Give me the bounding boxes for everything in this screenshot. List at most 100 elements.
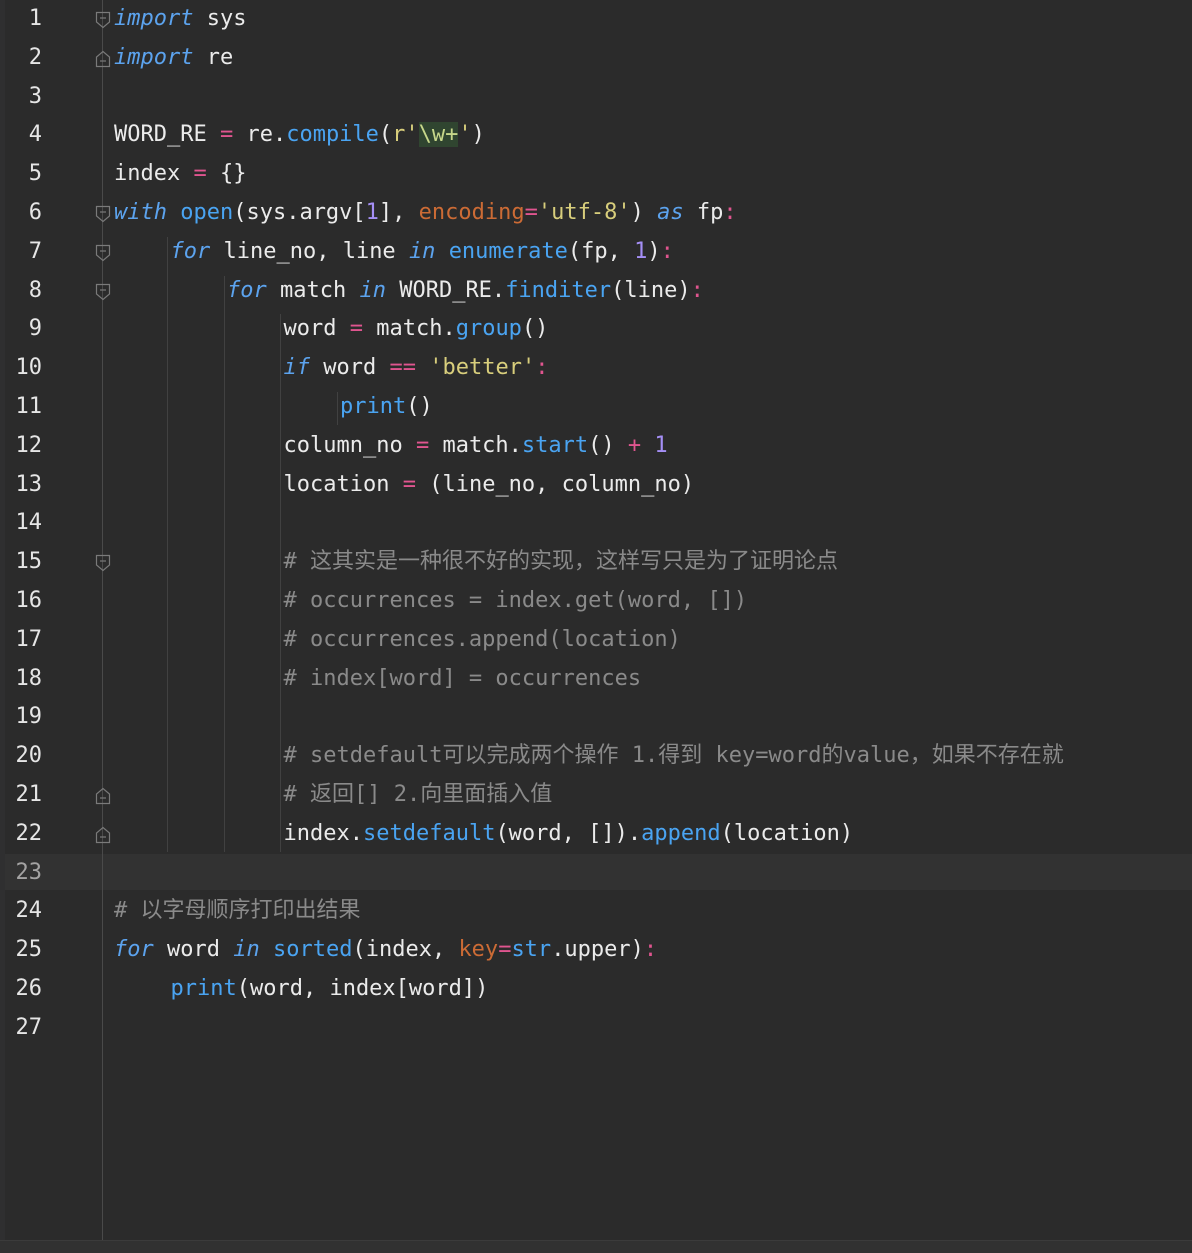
code-text[interactable]: # 以字母顺序打印出结果 (114, 892, 361, 931)
code-text[interactable]: WORD_RE = re.compile(r'\w+') (114, 116, 485, 155)
line-number[interactable]: 4 (8, 116, 42, 155)
line-number[interactable]: 19 (8, 698, 43, 737)
line-number[interactable]: 7 (8, 233, 42, 272)
code-text[interactable]: # occurrences = index.get(word, []) (284, 582, 748, 621)
code-line[interactable]: 17 # occurrences.append(location) (0, 621, 1192, 660)
code-text[interactable]: location = (line_no, column_no) (284, 466, 695, 505)
code-line[interactable]: 25 for word in sorted(index, key=str.uppe… (0, 931, 1192, 970)
code-text[interactable]: for word in sorted(index, key=str.upper)… (114, 931, 657, 970)
code-line[interactable]: 19 (0, 698, 1192, 737)
code-line[interactable]: 15 # 这其实是一种很不好的实现，这样写只是为了证明论点 (0, 543, 1192, 582)
fold-end-icon[interactable] (95, 50, 111, 68)
code-text[interactable]: import sys (114, 0, 246, 39)
code-token: (sys.argv[ (233, 199, 366, 225)
code-line[interactable]: 11 print() (0, 388, 1192, 427)
code-text[interactable]: if word == 'better': (284, 349, 549, 388)
line-number[interactable]: 11 (8, 388, 43, 427)
line-number[interactable]: 24 (8, 892, 43, 931)
code-line[interactable]: 26 print(word, index[word]) (0, 970, 1192, 1009)
fold-end-icon[interactable] (95, 787, 111, 805)
code-line[interactable]: 22 index.setdefault(word, []).append(loca… (0, 815, 1192, 854)
function-name: append (641, 820, 721, 846)
line-number[interactable]: 13 (8, 466, 43, 505)
line-number[interactable]: 9 (8, 310, 42, 349)
fold-open-icon[interactable] (95, 554, 111, 572)
fold-open-icon[interactable] (95, 205, 111, 223)
code-text[interactable]: import re (114, 39, 233, 78)
line-number[interactable]: 15 (8, 543, 43, 582)
code-line[interactable]: 12 column_no = match.start() + 1 (0, 427, 1192, 466)
line-number[interactable]: 14 (8, 504, 43, 543)
line-number[interactable]: 10 (8, 349, 43, 388)
code-text[interactable]: # index[word] = occurrences (284, 660, 642, 699)
code-line[interactable]: 20 # setdefault可以完成两个操作 1.得到 key=word的val… (0, 737, 1192, 776)
line-number[interactable]: 25 (8, 931, 43, 970)
code-text[interactable]: # setdefault可以完成两个操作 1.得到 key=word的value… (284, 737, 1064, 776)
number-literal: 1 (654, 432, 668, 458)
comment: # (283, 549, 310, 575)
code-text[interactable]: index = {} (114, 155, 246, 194)
code-line[interactable]: 24 # 以字母顺序打印出结果 (0, 892, 1192, 931)
code-token: match. (362, 316, 456, 342)
code-text[interactable]: for match in WORD_RE.finditer(line): (227, 272, 704, 311)
code-token: match. (429, 432, 522, 458)
function-name: print (170, 975, 237, 1001)
keyword: for (114, 937, 154, 963)
code-line[interactable]: 6 with open(sys.argv[1], encoding='utf-8'… (0, 194, 1192, 233)
fold-open-icon[interactable] (95, 244, 111, 262)
line-number[interactable]: 18 (8, 660, 43, 699)
code-text[interactable]: # 这其实是一种很不好的实现，这样写只是为了证明论点 (284, 543, 839, 582)
fold-end-icon[interactable] (95, 826, 111, 844)
code-text[interactable]: with open(sys.argv[1], encoding='utf-8')… (114, 194, 737, 233)
line-number[interactable]: 5 (8, 155, 42, 194)
code-text[interactable]: word = match.group() (284, 310, 549, 349)
code-text[interactable]: # occurrences.append(location) (284, 621, 681, 660)
code-token: word (283, 316, 350, 342)
code-line[interactable]: 10 if word == 'better': (0, 349, 1192, 388)
code-line[interactable]: 9 word = match.group() (0, 310, 1192, 349)
code-text[interactable]: index.setdefault(word, []).append(locati… (284, 815, 854, 854)
code-text[interactable]: print(word, index[word]) (171, 970, 489, 1009)
line-number[interactable]: 6 (8, 194, 42, 233)
code-text[interactable]: # 返回[] 2.向里面插入值 (284, 776, 553, 815)
code-lines[interactable]: 1 import sys 2 import re 3 4 WORD_RE = re.comp… (0, 0, 1192, 1048)
horizontal-scrollbar[interactable] (0, 1240, 1192, 1253)
code-line[interactable]: 27 (0, 1009, 1192, 1048)
code-line[interactable]: 7 for line_no, line in enumerate(fp, 1): (0, 233, 1192, 272)
code-line[interactable]: 13 location = (line_no, column_no) (0, 466, 1192, 505)
code-line[interactable]: 2 import re (0, 39, 1192, 78)
line-number[interactable]: 20 (8, 737, 43, 776)
code-line[interactable]: 1 import sys (0, 0, 1192, 39)
function-name: print (340, 393, 407, 419)
comment: 的 (821, 743, 844, 769)
line-number[interactable]: 3 (8, 78, 42, 117)
code-line[interactable]: 21 # 返回[] 2.向里面插入值 (0, 776, 1192, 815)
code-text[interactable]: print() (340, 388, 433, 427)
line-number[interactable]: 23 (8, 854, 43, 893)
keyword: import (114, 44, 194, 70)
fold-open-icon[interactable] (95, 11, 111, 29)
code-line[interactable]: 18 # index[word] = occurrences (0, 660, 1192, 699)
line-number[interactable]: 27 (8, 1009, 43, 1048)
code-text[interactable]: column_no = match.start() + 1 (284, 427, 668, 466)
line-number[interactable]: 21 (8, 776, 43, 815)
fold-open-icon[interactable] (95, 283, 111, 301)
line-number[interactable]: 17 (8, 621, 43, 660)
line-number[interactable]: 12 (8, 427, 43, 466)
code-line[interactable]: 16 # occurrences = index.get(word, []) (0, 582, 1192, 621)
code-line[interactable]: 8 for match in WORD_RE.finditer(line): (0, 272, 1192, 311)
operator: + (627, 432, 642, 458)
line-number[interactable]: 8 (8, 272, 42, 311)
line-number[interactable]: 1 (8, 0, 42, 39)
code-line[interactable]: 14 (0, 504, 1192, 543)
line-number[interactable]: 16 (8, 582, 43, 621)
code-line[interactable]: 3 (0, 78, 1192, 117)
line-number[interactable]: 26 (8, 970, 43, 1009)
code-line[interactable]: 23 (0, 854, 1192, 893)
code-editor[interactable]: 1 import sys 2 import re 3 4 WORD_RE = re.comp… (0, 0, 1192, 1253)
line-number[interactable]: 22 (8, 815, 43, 854)
line-number[interactable]: 2 (8, 39, 42, 78)
code-text[interactable]: for line_no, line in enumerate(fp, 1): (171, 233, 674, 272)
code-line[interactable]: 4 WORD_RE = re.compile(r'\w+') (0, 116, 1192, 155)
code-line[interactable]: 5 index = {} (0, 155, 1192, 194)
